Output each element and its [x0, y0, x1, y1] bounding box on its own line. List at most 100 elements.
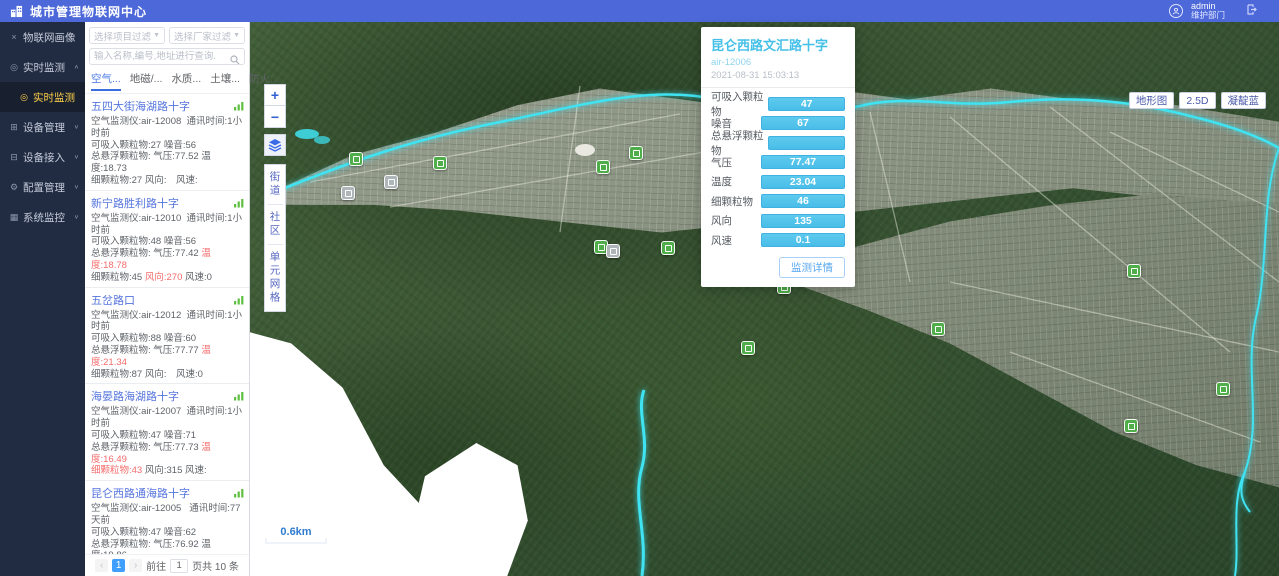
map-level-buttons: 街道社区单元网格: [264, 164, 286, 312]
sidebar-item-2[interactable]: ◎实时监测: [0, 82, 85, 112]
project-filter-select[interactable]: 选择项目过滤 ▼: [89, 27, 165, 44]
popup-metric-row-4: 温度23.04: [711, 172, 845, 192]
chevron-down-icon: ∨: [74, 184, 79, 190]
vendor-filter-placeholder: 选择厂家过滤: [174, 29, 231, 43]
sidebar-item-label: 设备接入: [23, 150, 74, 165]
page-1-button[interactable]: 1: [112, 559, 125, 572]
map-marker-green-10[interactable]: [1216, 382, 1230, 396]
map-marker-green-8[interactable]: [931, 322, 945, 336]
station-detail-line: 总悬浮颗粒物: 气压:77.52 温度:18.73: [91, 151, 243, 175]
goto-page-input[interactable]: [170, 559, 188, 573]
station-popup: 昆仑西路文汇路十字 air-12006 2021-08-31 15:03:13 …: [701, 27, 855, 287]
map-marker-green-9[interactable]: [1127, 264, 1141, 278]
detail-text: 可吸入颗粒物:88 噪音:60: [91, 333, 196, 344]
map-marker-gray-0[interactable]: [341, 186, 355, 200]
map-marker-green-3[interactable]: [629, 146, 643, 160]
map-style-button-1[interactable]: 2.5D: [1179, 92, 1215, 109]
station-card-4[interactable]: 昆仑西路通海路十字空气监测仪:air-12005 通讯时间:77天前可吸入颗粒物…: [85, 481, 249, 554]
station-list-panel: 选择项目过滤 ▼ 选择厂家过滤 ▼ 空气...地磁/...水质...土壤...防…: [85, 22, 250, 576]
user-avatar-icon[interactable]: [1169, 4, 1183, 18]
station-card-1[interactable]: 新宁路胜利路十字空气监测仪:air-12010 通讯时间:1小时前可吸入颗粒物:…: [85, 191, 249, 288]
prev-page-button[interactable]: ‹: [95, 559, 108, 572]
map-marker-green-2[interactable]: [596, 160, 610, 174]
map-marker-green-5[interactable]: [661, 241, 675, 255]
lake: [295, 129, 319, 139]
search-input[interactable]: [90, 51, 220, 62]
station-name: 新宁路胜利路十字: [91, 195, 243, 211]
detail-text: 可吸入颗粒物:27 噪音:56: [91, 140, 196, 151]
station-card-2[interactable]: 五岔路口空气监测仪:air-12012 通讯时间:1小时前可吸入颗粒物:88 噪…: [85, 288, 249, 385]
map-marker-green-1[interactable]: [433, 156, 447, 170]
alarm-value: 风向:270: [145, 272, 183, 283]
map-scale: 0.6km: [265, 526, 327, 544]
category-tabs: 空气...地磁/...水质...土壤...防火...: [85, 65, 249, 91]
popup-header: 昆仑西路文汇路十字 air-12006 2021-08-31 15:03:13: [701, 27, 855, 88]
next-page-button[interactable]: ›: [129, 559, 142, 572]
popup-footer: 监测详情: [701, 252, 855, 287]
sidebar-item-1[interactable]: ◎实时监测∧: [0, 52, 85, 82]
tab-4[interactable]: 防火...: [249, 71, 279, 91]
tab-3[interactable]: 土壤...: [210, 71, 240, 91]
station-card-3[interactable]: 海晏路海湖路十字空气监测仪:air-12007 通讯时间:1小时前可吸入颗粒物:…: [85, 384, 249, 481]
popup-station-name: 昆仑西路文汇路十字: [711, 35, 845, 54]
sidebar-item-0[interactable]: ×物联网画像: [0, 22, 85, 52]
map-marker-gray-1[interactable]: [384, 175, 398, 189]
map-level-button-2[interactable]: 单元网格: [268, 244, 283, 311]
popup-metric-row-7: 风速0.1: [711, 231, 845, 251]
chevron-down-icon: ∨: [74, 124, 79, 130]
page-total-label: 页共 10 条: [192, 558, 239, 573]
station-detail-line: 可吸入颗粒物:48 噪音:56: [91, 236, 243, 248]
station-detail-line: 空气监测仪:air-12007 通讯时间:1小时前: [91, 406, 243, 430]
detail-text: 细颗粒物:45: [91, 272, 145, 283]
tab-2[interactable]: 水质...: [171, 71, 201, 91]
map-marker-green-0[interactable]: [349, 152, 363, 166]
layers-button[interactable]: [264, 134, 286, 156]
system-monitor-icon: ▦: [8, 212, 20, 223]
map-level-button-1[interactable]: 社区: [268, 204, 283, 244]
station-detail-line: 可吸入颗粒物:47 噪音:71: [91, 430, 243, 442]
logout-icon[interactable]: [1247, 2, 1257, 20]
detail-text: 总悬浮颗粒物: 气压:77.77: [91, 345, 201, 356]
station-detail-line: 空气监测仪:air-12005 通讯时间:77天前: [91, 503, 243, 527]
map-style-button-2[interactable]: 凝靛蓝: [1221, 92, 1267, 109]
chevron-down-icon: ▼: [233, 32, 240, 39]
app-title: 城市管理物联网中心: [30, 3, 147, 20]
metric-value-pill: 135: [761, 214, 845, 228]
map-level-button-0[interactable]: 街道: [268, 165, 283, 204]
sidebar-item-label: 配置管理: [23, 180, 74, 195]
user-department: 维护部门: [1191, 11, 1225, 20]
search-icon[interactable]: [230, 52, 240, 70]
tab-1[interactable]: 地磁/...: [130, 71, 163, 91]
signal-online-icon: [234, 292, 244, 310]
device-access-icon: ⊟: [8, 152, 20, 163]
realtime-monitor-icon: ◎: [8, 62, 20, 73]
station-card-0[interactable]: 五四大街海湖路十字空气监测仪:air-12008 通讯时间:1小时前可吸入颗粒物…: [85, 94, 249, 191]
detail-text: 空气监测仪:air-12007 通讯时间:1小时前: [91, 406, 242, 429]
zoom-out-button[interactable]: −: [264, 106, 286, 128]
vendor-filter-select[interactable]: 选择厂家过滤 ▼: [169, 27, 245, 44]
user-info[interactable]: admin 维护部门: [1191, 2, 1225, 20]
map-marker-green-11[interactable]: [1124, 419, 1138, 433]
station-name: 昆仑西路通海路十字: [91, 485, 243, 501]
sidebar-item-label: 实时监测: [23, 60, 74, 75]
signal-online-icon: [234, 388, 244, 406]
map-marker-green-7[interactable]: [741, 341, 755, 355]
sidebar-item-3[interactable]: ⊞设备管理∨: [0, 112, 85, 142]
station-name: 五四大街海湖路十字: [91, 98, 243, 114]
station-detail-line: 可吸入颗粒物:88 噪音:60: [91, 333, 243, 345]
map-style-button-0[interactable]: 地形图: [1129, 92, 1175, 109]
map-marker-gray-2[interactable]: [606, 244, 620, 258]
layers-icon: [268, 138, 282, 152]
sidebar-item-5[interactable]: ⚙配置管理∨: [0, 172, 85, 202]
sidebar-item-6[interactable]: ▦系统监控∨: [0, 202, 85, 232]
station-detail-line: 细颗粒物:43 风向:315 风速:: [91, 465, 243, 477]
goto-label: 前往: [146, 558, 166, 573]
detail-text: 总悬浮颗粒物: 气压:76.92 温度:19.86: [91, 539, 211, 554]
detail-text: 可吸入颗粒物:47 噪音:62: [91, 527, 196, 538]
tab-0[interactable]: 空气...: [91, 71, 121, 91]
scale-label: 0.6km: [265, 526, 327, 538]
chevron-down-icon: ▼: [153, 32, 160, 39]
monitor-detail-button[interactable]: 监测详情: [779, 257, 845, 278]
station-detail-line: 总悬浮颗粒物: 气压:77.73 温度:16.49: [91, 442, 243, 466]
sidebar-item-4[interactable]: ⊟设备接入∨: [0, 142, 85, 172]
